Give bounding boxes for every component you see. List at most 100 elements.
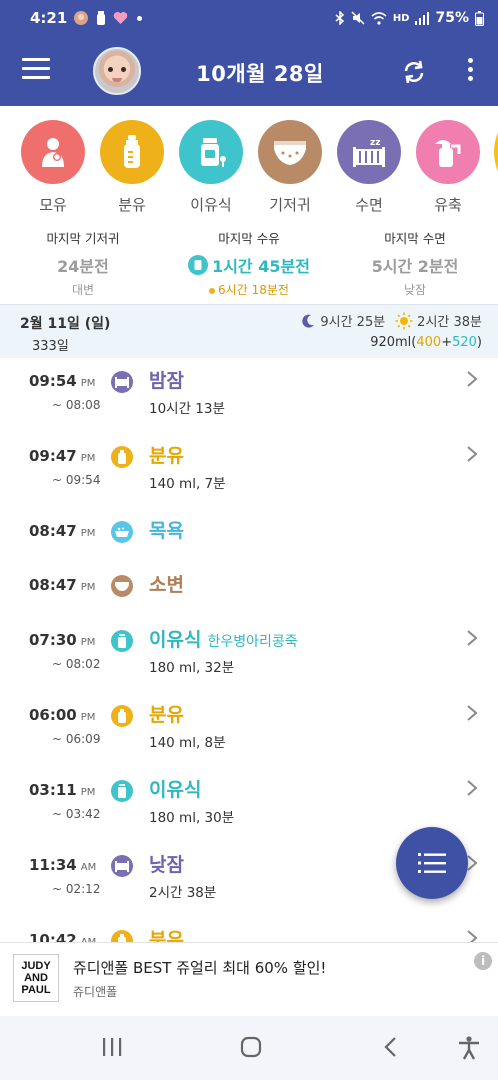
breast-pump-icon	[416, 120, 480, 184]
last-diaper-summary[interactable]: 마지막 기저귀 24분전 대변	[0, 222, 166, 302]
total-ml: 920ml	[370, 335, 412, 350]
record-memo: 한우병아리콩죽	[207, 634, 298, 650]
app-bar: 10개월 28일	[0, 36, 498, 106]
category-breastfeeding[interactable]: 모유	[20, 120, 86, 215]
breastfeeding-icon	[21, 120, 85, 184]
more-notifications-dot	[137, 15, 143, 21]
category-diaper[interactable]: 기저귀	[257, 120, 323, 215]
record-time: 06:00 PM	[29, 706, 96, 724]
category-breast-pump[interactable]: 유축	[415, 120, 481, 215]
sleep-totals: 9시간 25분 2시간 38분	[300, 311, 482, 330]
status-time: 4:21	[30, 9, 68, 27]
record-name: 낮잠	[149, 854, 184, 876]
category-label: 수면	[355, 196, 383, 214]
category-label: 분유	[118, 196, 146, 214]
battery-percent: 75%	[435, 10, 469, 26]
summary-panel: 마지막 기저귀 24분전 대변 마지막 수유 1시간 45분전 6시간 18분전…	[0, 222, 498, 302]
record-name: 분유	[149, 929, 184, 942]
bottle-icon	[111, 446, 133, 468]
photo-notification-icon	[74, 11, 89, 25]
summary-value: 24분전	[57, 257, 109, 276]
category-baby-food[interactable]: 이유식	[178, 120, 244, 215]
ad-headline: 쥬디앤폴 BEST 쥬얼리 최대 60% 할인!	[73, 959, 327, 977]
chevron-right-icon	[467, 371, 478, 387]
category-sleep[interactable]: zz 수면	[336, 120, 402, 215]
summary-value: 5시간 2분전	[371, 257, 459, 276]
back-button[interactable]	[383, 1036, 399, 1058]
day-header: 2월 11일 (일) 333일 9시간 25분 2시간 38분 920ml(40…	[0, 304, 498, 358]
more-vert-icon	[467, 58, 473, 63]
menu-button[interactable]	[22, 58, 50, 84]
record-time: 07:30 PM	[29, 631, 96, 649]
food-ml: 520	[452, 335, 477, 350]
formula-dot-icon	[209, 287, 216, 294]
last-feed-summary[interactable]: 마지막 수유 1시간 45분전 6시간 18분전	[166, 222, 332, 302]
bottle-notification-icon	[97, 11, 106, 25]
record-detail: 10시간 13분	[149, 401, 225, 417]
sleep-icon: zz	[337, 120, 401, 184]
recent-apps-button[interactable]	[102, 1036, 122, 1058]
record-time: 08:47 PM	[29, 576, 96, 594]
ad-banner[interactable]: JUDY AND PAUL 쥬디앤폴 BEST 쥬얼리 최대 60% 할인! 쥬디앤…	[0, 942, 498, 1012]
record-detail: 140 ml, 7분	[149, 476, 226, 492]
status-bar: 4:21 HD 75%	[0, 0, 498, 36]
signal-icon	[415, 11, 430, 25]
chevron-right-icon	[467, 630, 478, 646]
add-record-fab[interactable]	[396, 827, 468, 899]
record-name: 밤잠	[149, 370, 184, 392]
last-sleep-summary[interactable]: 마지막 수면 5시간 2분전 낮잠	[332, 222, 498, 302]
battery-icon	[475, 10, 484, 26]
summary-title: 마지막 수유	[218, 231, 280, 246]
list-icon	[418, 853, 446, 873]
record-name: 목욕	[149, 520, 184, 542]
record-name: 이유식	[149, 779, 202, 801]
category-label: 기저귀	[269, 196, 311, 214]
record-end-time: ~ 06:09	[52, 732, 101, 746]
baby-avatar[interactable]	[93, 47, 141, 95]
record-time: 10:42AM	[29, 931, 96, 942]
category-more-partial[interactable]	[494, 120, 498, 184]
formula-ml: 400	[416, 335, 442, 350]
notification-icons	[73, 10, 143, 26]
summary-title: 마지막 수면	[384, 231, 446, 246]
record-detail: 180 ml, 30분	[149, 810, 235, 826]
day-sleep-total: 2시간 38분	[417, 315, 482, 330]
record-name: 분유	[149, 445, 184, 467]
record-detail: 140 ml, 8분	[149, 735, 226, 751]
summary-title: 마지막 기저귀	[46, 231, 120, 246]
record-end-time: ~ 02:12	[52, 882, 101, 896]
ad-info-icon[interactable]: i	[474, 952, 492, 970]
baby-food-icon	[111, 780, 133, 802]
day-date: 2월 11일 (일)	[20, 316, 111, 332]
page-title: 10개월 28일	[196, 62, 324, 86]
record-name: 소변	[149, 574, 184, 596]
category-label: 이유식	[190, 196, 232, 214]
category-label: 모유	[39, 196, 67, 214]
baby-food-icon	[188, 255, 209, 275]
hamburger-icon	[22, 58, 50, 61]
record-detail: 180 ml, 32분	[149, 660, 235, 676]
accessibility-button[interactable]	[458, 1036, 480, 1060]
home-button[interactable]	[240, 1036, 262, 1058]
sync-icon[interactable]	[400, 58, 428, 86]
chevron-right-icon	[467, 780, 478, 796]
baby-food-icon	[179, 120, 243, 184]
bath-icon	[111, 521, 133, 543]
record-detail: 2시간 38분	[149, 885, 217, 901]
record-time: 11:34 AM	[29, 856, 97, 874]
more-options-button[interactable]	[460, 58, 480, 86]
record-time: 09:54 PM	[29, 372, 96, 390]
record-time: 09:47 PM	[29, 447, 96, 465]
heart-icon	[114, 12, 128, 24]
chevron-right-icon	[467, 930, 478, 942]
record-name: 분유	[149, 704, 184, 726]
record-end-time: ~ 08:08	[52, 398, 101, 412]
chevron-right-icon	[467, 446, 478, 462]
sleep-icon	[111, 371, 133, 393]
system-nav-bar	[0, 1016, 498, 1080]
summary-sub: 낮잠	[403, 283, 427, 297]
category-formula[interactable]: 분유	[99, 120, 165, 215]
wifi-icon	[371, 11, 387, 25]
record-time: 08:47 PM	[29, 522, 96, 540]
record-name: 이유식 한우병아리콩죽	[149, 629, 298, 651]
